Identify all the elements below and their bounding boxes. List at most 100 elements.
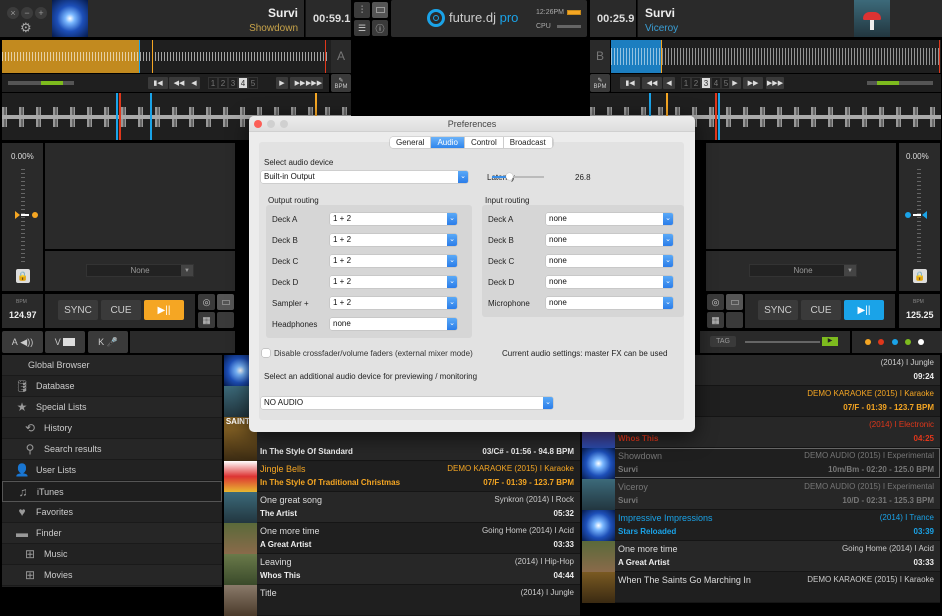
sidebar-item-movies[interactable]: ⊞ Movies — [2, 565, 222, 586]
track-row[interactable]: Jingle Bells In The Style Of Traditional … — [224, 461, 580, 492]
deck-b-pitch-handle[interactable] — [905, 211, 927, 219]
disable-faders-checkbox[interactable] — [262, 349, 270, 357]
sidebar-item-itunes[interactable]: ♫ iTunes — [2, 481, 222, 502]
beat-forward-big-button[interactable]: ▶▶ — [743, 77, 763, 89]
eq-view-button[interactable]: ☰ — [354, 20, 370, 36]
sidebar-item-search-results[interactable]: ⚲ Search results — [2, 439, 222, 460]
tab-general[interactable]: General — [390, 137, 432, 148]
routing-select[interactable]: 1 + 2 ⌄ — [330, 234, 457, 246]
sidebar-item-special-lists[interactable]: ★ Special Lists — [2, 397, 222, 418]
jump-start-button[interactable]: ▮◀ — [620, 77, 640, 89]
color-tag-orange[interactable] — [865, 339, 871, 345]
additional-device-select[interactable]: NO AUDIO ⌄ — [261, 397, 553, 409]
deck-b-play-pause-button[interactable]: ▶|| — [844, 300, 884, 320]
beat-forward-max-button[interactable]: ▶▶▶ — [766, 77, 784, 89]
mode-karaoke-button[interactable]: K 🎤 — [88, 331, 128, 353]
deck-b-fx-select[interactable]: None ▼ — [749, 264, 857, 277]
routing-select[interactable]: none ⌄ — [546, 276, 673, 288]
beat-back-button[interactable]: ◀ — [663, 77, 675, 89]
track-row[interactable]: One more time A Great Artist Going Home (2… — [224, 523, 580, 554]
routing-select[interactable]: none ⌄ — [330, 318, 457, 330]
track-row[interactable]: Title (2014) I Jungle — [224, 585, 580, 616]
deck-b-pitch-slider[interactable] — [917, 169, 921, 265]
tab-broadcast[interactable]: Broadcast — [503, 137, 553, 148]
routing-select[interactable]: 1 + 2 ⌄ — [330, 297, 457, 309]
deck-b-cue-button[interactable]: CUE — [801, 300, 841, 320]
loop-page-3[interactable]: 3 — [701, 77, 711, 89]
loop-page-2[interactable]: 2 — [218, 77, 228, 89]
track-row[interactable]: In The Style Of Standard 03/C# - 01:56 - … — [224, 430, 580, 461]
color-tag-green[interactable] — [905, 339, 911, 345]
deck-a-cue-button[interactable]: CUE — [101, 300, 141, 320]
loop-page-1[interactable]: 1 — [681, 77, 691, 89]
deck-a-bpm-tap-button[interactable]: ✎ BPM — [331, 74, 351, 92]
beat-back-button[interactable]: ◀ — [188, 77, 200, 89]
loop-page-4[interactable]: 4 — [711, 77, 721, 89]
loop-page-5[interactable]: 5 — [248, 77, 258, 89]
track-row[interactable]: Impressive Impressions Stars Reloaded (201… — [582, 510, 940, 541]
routing-select[interactable]: none ⌄ — [546, 255, 673, 267]
sidebar-item-favorites[interactable]: ♥ Favorites — [2, 502, 222, 523]
deck-b-empty-button[interactable] — [726, 312, 743, 328]
track-row[interactable]: Leaving Whos This (2014) I Hip-Hop 04:44 — [224, 554, 580, 585]
deck-a-pitch-handle[interactable] — [15, 211, 38, 219]
routing-select[interactable]: 1 + 2 ⌄ — [330, 276, 457, 288]
maximize-window-button[interactable]: + — [35, 7, 47, 19]
mode-video-button[interactable]: V — [45, 331, 85, 353]
routing-select[interactable]: none ⌄ — [546, 213, 673, 225]
routing-select[interactable]: none ⌄ — [546, 234, 673, 246]
loop-page-1[interactable]: 1 — [208, 77, 218, 89]
latency-slider[interactable] — [492, 173, 544, 180]
sidebar-item-database[interactable]: 🛢 Database — [2, 376, 222, 397]
sidebar-item-music[interactable]: ⊞ Music — [2, 544, 222, 565]
mode-audio-button[interactable]: A ◀)) — [2, 331, 43, 353]
info-button[interactable]: ⓘ — [372, 20, 388, 36]
deck-a-fx-select[interactable]: None ▼ — [86, 264, 194, 277]
routing-select[interactable]: 1 + 2 ⌄ — [330, 213, 457, 225]
deck-a-pads-button[interactable]: ▦ — [198, 312, 215, 328]
color-tag-white[interactable] — [918, 339, 924, 345]
deck-a-empty-button[interactable] — [217, 312, 234, 328]
settings-gear-icon[interactable]: ⚙ — [20, 20, 32, 36]
deck-a-screen-button[interactable] — [217, 294, 234, 310]
sidebar-item-history[interactable]: ⟲ History — [2, 418, 222, 439]
deck-a-pitch-lock-button[interactable]: 🔒 — [16, 269, 30, 283]
tag-play-button[interactable]: ▶ — [822, 337, 838, 346]
close-window-button[interactable]: × — [7, 7, 19, 19]
beat-forward-button[interactable]: ▶ — [729, 77, 741, 89]
track-row[interactable]: When The Saints Go Marching In DEMO KARAO… — [582, 572, 940, 603]
deck-b-overview-waveform[interactable] — [611, 40, 941, 73]
deck-b-screen-button[interactable] — [726, 294, 743, 310]
beat-forward-max-button[interactable]: ▶▶▶ — [305, 77, 323, 89]
track-row[interactable]: Viceroy Survi DEMO AUDIO (2015) I Experime… — [582, 479, 940, 510]
beat-back-big-button[interactable]: ◀◀ — [169, 77, 189, 89]
deck-a-jog-mode-button[interactable]: ◎ — [198, 294, 215, 310]
routing-select[interactable]: none ⌄ — [546, 297, 673, 309]
deck-b-sync-button[interactable]: SYNC — [758, 300, 798, 320]
track-row[interactable]: Showdown Survi DEMO AUDIO (2015) I Experim… — [582, 448, 940, 479]
loop-page-4[interactable]: 4 — [238, 77, 248, 89]
sidebar-item-finder[interactable]: ▬ Finder — [2, 523, 222, 544]
deck-b-pads-button[interactable]: ▦ — [707, 312, 724, 328]
layout-view-button[interactable] — [372, 2, 388, 18]
audio-device-select[interactable]: Built-in Output ⌄ — [261, 171, 468, 183]
loop-page-2[interactable]: 2 — [691, 77, 701, 89]
sidebar-item-global-browser[interactable]: Global Browser — [2, 355, 222, 376]
minimize-window-button[interactable]: − — [21, 7, 33, 19]
deck-a-sync-button[interactable]: SYNC — [58, 300, 98, 320]
deck-a-pitch-slider[interactable] — [21, 169, 25, 265]
beat-forward-button[interactable]: ▶ — [276, 77, 288, 89]
jump-start-button[interactable]: ▮◀ — [148, 77, 168, 89]
color-tag-blue[interactable] — [892, 339, 898, 345]
tab-audio[interactable]: Audio — [431, 137, 465, 148]
deck-b-pitch-lock-button[interactable]: 🔒 — [913, 269, 927, 283]
tab-control[interactable]: Control — [464, 137, 504, 148]
sidebar-item-user-lists[interactable]: 👤 User Lists — [2, 460, 222, 481]
latency-slider-thumb[interactable] — [506, 173, 513, 180]
deck-b-jog-mode-button[interactable]: ◎ — [707, 294, 724, 310]
track-row[interactable]: One great song The Artist Synkron (2014) I… — [224, 492, 580, 523]
routing-select[interactable]: 1 + 2 ⌄ — [330, 255, 457, 267]
deck-a-play-pause-button[interactable]: ▶|| — [144, 300, 184, 320]
color-tag-red[interactable] — [878, 339, 884, 345]
tag-slider[interactable] — [745, 341, 820, 343]
